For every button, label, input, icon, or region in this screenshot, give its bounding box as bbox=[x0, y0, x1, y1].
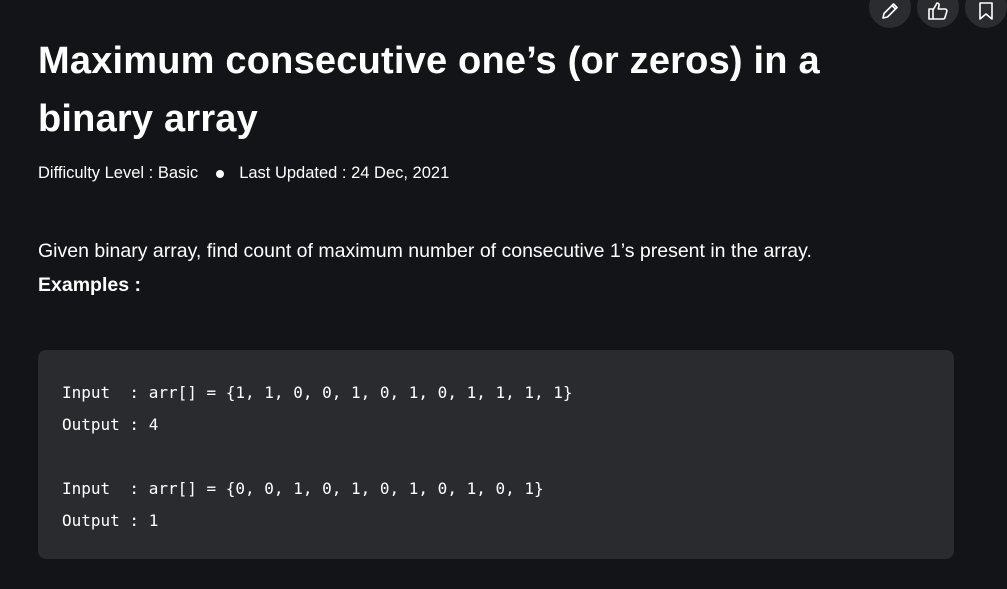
article-meta: Difficulty Level : Basic Last Updated : … bbox=[38, 164, 449, 183]
like-button[interactable] bbox=[917, 0, 959, 28]
last-updated: Last Updated : 24 Dec, 2021 bbox=[239, 164, 450, 182]
examples-heading: Examples : bbox=[38, 274, 141, 296]
code-line: Input : arr[] = {1, 1, 0, 0, 1, 0, 1, 0,… bbox=[62, 383, 573, 402]
article-actions bbox=[869, 0, 1007, 28]
bookmark-button[interactable] bbox=[965, 0, 1007, 28]
code-line: Output : 1 bbox=[62, 511, 159, 530]
article-description: Given binary array, find count of maximu… bbox=[38, 240, 812, 262]
bookmark-icon bbox=[979, 2, 993, 20]
edit-button[interactable] bbox=[869, 0, 911, 28]
code-line: Output : 4 bbox=[62, 415, 159, 434]
difficulty-level: Difficulty Level : Basic bbox=[38, 164, 199, 182]
code-block[interactable]: Input : arr[] = {1, 1, 0, 0, 1, 0, 1, 0,… bbox=[38, 350, 954, 559]
article-title: Maximum consecutive one’s (or zeros) in … bbox=[38, 40, 820, 140]
pencil-icon bbox=[882, 3, 898, 19]
thumbs-up-icon bbox=[928, 2, 948, 20]
article-page: Maximum consecutive one’s (or zeros) in … bbox=[0, 0, 1007, 589]
separator-dot bbox=[216, 169, 225, 178]
code-line: Input : arr[] = {0, 0, 1, 0, 1, 0, 1, 0,… bbox=[62, 479, 544, 498]
